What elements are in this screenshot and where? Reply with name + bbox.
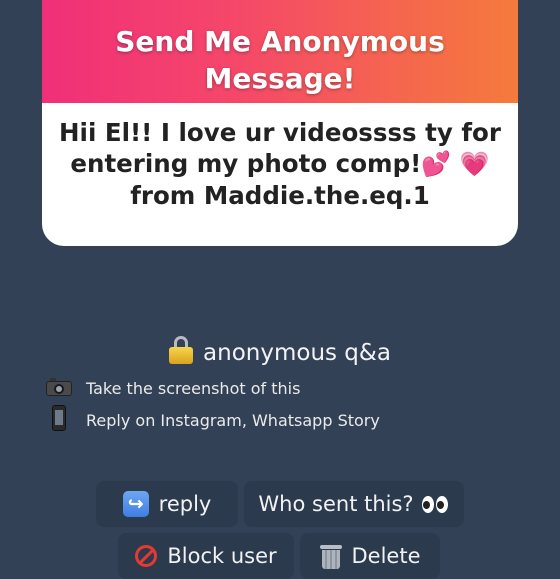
- section-title: anonymous q&a: [0, 336, 560, 370]
- step-screenshot: Take the screenshot of this: [46, 377, 300, 400]
- step-text: Reply on Instagram, Whatsapp Story: [86, 410, 380, 430]
- who-sent-label: Who sent this?: [258, 492, 414, 516]
- block-user-label: Block user: [167, 544, 277, 568]
- growing-heart-icon: 💗: [459, 150, 490, 178]
- reply-label: reply: [158, 492, 212, 516]
- camera-icon: [46, 377, 72, 400]
- step-reply: Reply on Instagram, Whatsapp Story: [46, 405, 380, 435]
- reply-icon: ↪: [122, 491, 149, 517]
- card-title: Send Me Anonymous Message!: [42, 23, 518, 103]
- phone-icon: [46, 405, 72, 435]
- message-line1: Hii El!! I love ur videossss ty for: [59, 118, 501, 147]
- card-header: Send Me Anonymous Message!: [42, 0, 518, 103]
- message-line3: from Maddie.the.eq.1: [130, 181, 430, 210]
- no-entry-icon: [135, 545, 158, 567]
- section-title-text: anonymous q&a: [203, 340, 391, 366]
- message-card: Send Me Anonymous Message! Hii El!! I lo…: [42, 0, 518, 246]
- block-user-button[interactable]: Block user: [118, 533, 294, 579]
- who-sent-button[interactable]: Who sent this?: [244, 481, 464, 527]
- lock-icon: [169, 336, 194, 364]
- trash-icon: [319, 543, 342, 569]
- two-hearts-icon: 💕: [421, 150, 452, 178]
- card-title-line2: Message!: [204, 62, 356, 95]
- reply-button[interactable]: ↪ reply: [96, 481, 238, 527]
- message-line2-row: entering my photo comp!💕 💗: [42, 148, 518, 180]
- step-text: Take the screenshot of this: [86, 379, 301, 398]
- delete-button[interactable]: Delete: [300, 533, 440, 579]
- message-body: Hii El!! I love ur videossss ty for ente…: [42, 103, 518, 211]
- delete-label: Delete: [351, 544, 421, 568]
- message-line2: entering my photo comp!: [70, 149, 422, 178]
- card-title-line1: Send Me Anonymous: [115, 25, 445, 58]
- eyes-icon: [421, 495, 450, 513]
